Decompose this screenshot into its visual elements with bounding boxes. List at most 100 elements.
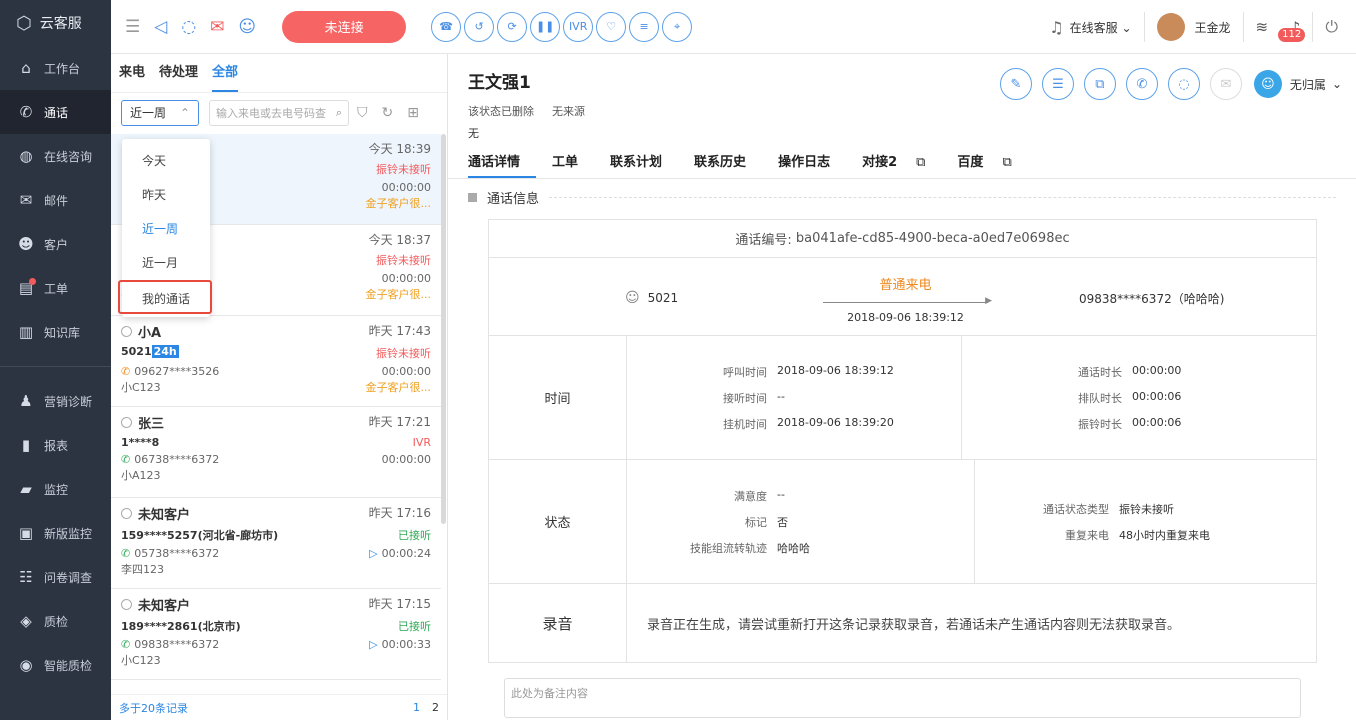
sidebar-item-new-monitor[interactable]: ▣ 新版监控 [0,511,111,555]
hangup-icon[interactable]: ☎ [431,11,462,42]
detail-tab-4[interactable]: 操作日志 [778,151,846,178]
detail-tab-3[interactable]: 联系历史 [694,151,762,178]
tab-0[interactable]: 来电 [119,54,145,92]
list-item[interactable]: 张三 昨天 17:21 1****8 IVR ✆ 06738****6372 00:00:0… [111,407,441,498]
search-icon[interactable]: ⌕ [336,106,342,120]
tab-1[interactable]: 待处理 [159,54,198,92]
sidebar-item-ticket[interactable]: ▤ 工单 [0,266,111,310]
period-option-4[interactable]: 我的通话 [118,280,212,314]
more-records-link[interactable]: 多于20条记录 [119,700,188,716]
caller-name: 未知客户 [121,504,190,523]
phone-text: 09627****3526 [134,365,220,378]
note-textarea[interactable]: 此处为备注内容 [504,678,1301,718]
edit-icon[interactable]: ✎ [999,68,1032,100]
list-item[interactable]: 小A 昨天 17:43 5021 24h 振铃未接听 ✆ 09627****3526 00:0… [111,316,441,407]
external-link-icon[interactable]: ⧉ [1002,155,1011,176]
sidebar-item-quality[interactable]: ◈ 质检 [0,599,111,643]
mail-off-icon[interactable]: ✉ [210,17,224,37]
field-value: -- [777,487,785,501]
notification-bell[interactable]: 112♪ [1278,18,1306,42]
ivr-icon[interactable]: IVR [563,11,594,42]
connect-status-button[interactable]: 未连接 [282,10,407,43]
sidebar-item-report[interactable]: ▮ 报表 [0,423,111,467]
list-item[interactable]: 未知客户 昨天 17:16 159****5257(河北省-廊坊市) 已接听 ✆ 0573… [111,498,441,589]
message-icon[interactable]: ≡ [629,11,660,42]
period-option-2[interactable]: 近一周 [122,212,210,246]
collapse-menu-icon[interactable]: ☰ [125,17,140,37]
app-name: 云客服 [39,16,82,32]
phone-text: 09838****6372 [134,638,220,651]
grid-icon[interactable]: ⊞ [407,105,419,121]
detail-tab-label: 联系计划 [610,155,663,170]
diagnose-icon: ♟ [19,392,33,410]
info-field: 通话时长 00:00:00 [1032,364,1316,380]
agent-status-select[interactable]: 在线客服 ⌄ [1070,19,1132,36]
refresh-icon[interactable]: ↻ [382,105,394,121]
chevron-up-icon: ⌃ [179,105,190,120]
satisfaction-icon[interactable]: ♡ [596,11,627,42]
play-icon[interactable]: ▷ [369,547,377,560]
play-icon[interactable]: ▷ [369,638,377,651]
select-radio[interactable] [121,508,132,519]
user-avatar[interactable] [1156,13,1185,41]
search-input[interactable]: 输入来电或去电号码查 ⌕ [209,99,349,126]
period-option-1[interactable]: 昨天 [122,178,210,212]
sidebar-item-label: 质检 [44,614,69,629]
sidebar-item-monitor[interactable]: ▰ 监控 [0,467,111,511]
power-icon[interactable]: ⏻ [1325,17,1338,37]
select-radio[interactable] [121,417,132,428]
sidebar-item-user[interactable]: ☻ 客户 [0,222,111,266]
page-2[interactable]: 2 [432,701,439,714]
period-select[interactable]: 近一周 ⌃ [121,99,199,126]
sidebar-item-survey[interactable]: ☷ 问卷调查 [0,555,111,599]
sidebar-item-phone[interactable]: ✆ 通话 [0,90,111,134]
sidebar-item-home[interactable]: ⌂ 工作台 [0,46,111,90]
list-icon[interactable]: ☰ [1041,68,1074,100]
hold-icon[interactable]: ❚❚ [530,11,561,42]
transfer-icon[interactable]: ⟳ [497,11,528,42]
owner-name: 李四123 [121,563,164,576]
call-icon[interactable]: ✆ [1125,68,1158,100]
field-value: 00:00:00 [1132,363,1182,377]
external-link-icon[interactable]: ⧉ [916,155,925,176]
detail-tab-5[interactable]: 对接2 ⧉ [862,151,941,178]
customer-note: 金子客户很... [365,197,432,210]
user-name[interactable]: 王金龙 [1195,19,1231,36]
consult-icon[interactable]: ↺ [464,11,495,42]
sidebar-item-diagnose[interactable]: ♟ 营销诊断 [0,379,111,423]
period-option-3[interactable]: 近一月 [122,246,210,280]
detail-tab-6[interactable]: 百度 ⧉ [957,151,1027,178]
sidebar-item-book[interactable]: ▥ 知识库 [0,310,111,354]
page-1[interactable]: 1 [413,701,420,714]
field-key: 标记 [745,515,767,529]
status-row: 状态 满意度 -- 标记否技能组流转轨迹 哈哈哈 通话状态类型 振铃未接听 重复来电 48小… [489,460,1316,584]
sidebar-item-smart-quality[interactable]: ◉ 智能质检 [0,643,111,687]
detail-tab-2[interactable]: 联系计划 [610,151,678,178]
tab-2[interactable]: 全部 [212,54,239,92]
filter-icon[interactable]: ⛉ [357,105,368,121]
time-row: 时间 呼叫时间 2018-09-06 18:39:12 接听时间 -- 挂机时间 2018… [489,336,1316,460]
chat-bubble-icon[interactable]: ◌ [181,17,196,37]
caller-name-text: 未知客户 [138,599,191,614]
list-item[interactable]: 未知客户 昨天 17:15 189****2861(北京市) 已接听 ✆ 09838***… [111,589,441,680]
detail-tab-1[interactable]: 工单 [552,151,594,178]
period-option-0[interactable]: 今天 [122,144,210,178]
field-value: 48小时内重复来电 [1119,528,1210,542]
caller-number-text: 189****2861(北京市) [121,620,241,633]
select-radio[interactable] [121,326,132,337]
select-radio[interactable] [121,599,132,610]
sms-icon[interactable]: ◌ [1167,68,1200,100]
sidebar-divider [0,366,111,367]
sidebar-item-label: 工作台 [44,61,81,76]
caller-name: 未知客户 [121,595,190,614]
caller-name-text: 未知客户 [138,508,191,523]
sidebar-item-mail[interactable]: ✉ 邮件 [0,178,111,222]
owner-select[interactable]: ☺ 无归属 ⌄ [1253,70,1342,98]
detail-tab-0[interactable]: 通话详情 [468,151,537,178]
team-icon[interactable]: ☺ [238,17,256,37]
tag-icon[interactable]: ⌖ [662,11,693,42]
announce-icon[interactable]: ◁ [154,17,167,37]
merge-icon[interactable]: ⧉ [1083,68,1116,100]
list-scrollbar[interactable] [441,134,446,524]
sidebar-item-chat[interactable]: ◍ 在线咨询 [0,134,111,178]
